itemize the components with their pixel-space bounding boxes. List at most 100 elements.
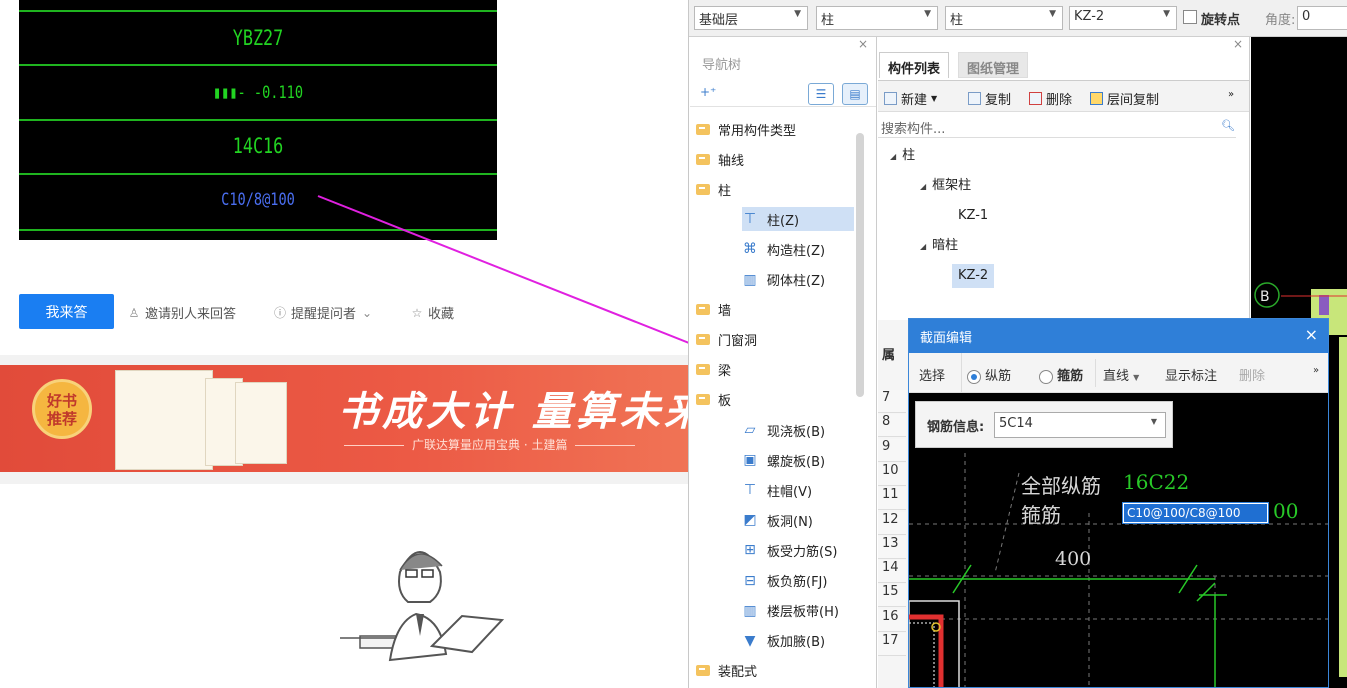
nav-item-label: 板 [718, 394, 732, 410]
search-icon[interactable]: 🔍︎ [1221, 119, 1235, 132]
delete-label: 删除 [1046, 93, 1073, 108]
nav-item[interactable]: 梁 [696, 358, 866, 382]
floor-copy-icon [1090, 92, 1103, 105]
tab-drawing-management[interactable]: 图纸管理 [958, 52, 1029, 78]
axis-label-b: B [1260, 289, 1270, 305]
spiral-slab-icon: ▣ [743, 452, 757, 469]
stirrup-label: 箍筋 [1057, 369, 1084, 384]
nav-item[interactable]: ▥ 楼层板带(H) [742, 599, 854, 623]
delete-button[interactable]: 删除 [1029, 89, 1072, 108]
tree-item-kz2[interactable]: KZ-2 [952, 264, 995, 288]
folder-icon [696, 123, 710, 135]
delete-button[interactable]: 删除 [1239, 365, 1265, 384]
nav-item[interactable]: ⊞ 板受力筋(S) [742, 538, 854, 562]
longitudinal-radio[interactable]: 纵筋 [967, 365, 1011, 384]
dialog-toolbar: 选择 纵筋 箍筋 直线 ▼ 显示标注 删除 » [909, 353, 1328, 393]
component-search-input[interactable]: 搜索构件... [878, 116, 1236, 138]
nav-item[interactable]: ⊤ 柱帽(V) [742, 478, 854, 502]
nav-item[interactable]: 轴线 [696, 147, 866, 171]
angle-input[interactable]: 0 [1297, 6, 1347, 30]
tab-component-list[interactable]: 构件列表 [879, 52, 950, 78]
close-icon[interactable]: × [858, 37, 868, 51]
nav-item[interactable]: 装配式 [696, 659, 866, 683]
expand-icon: ◢ [920, 242, 927, 251]
close-icon[interactable]: × [1305, 325, 1318, 344]
section-canvas[interactable]: 钢筋信息: 5C14 ▼ 全部纵筋 16C22 箍筋 C10@100/C8@100… [909, 393, 1328, 687]
chevron-down-icon: ▼ [924, 9, 931, 19]
subcategory-select[interactable]: 柱 ▼ [945, 6, 1063, 30]
chevron-down-icon: ▼ [1163, 9, 1170, 19]
line-mode-label: 直线 [1103, 369, 1130, 384]
category-select[interactable]: 柱 ▼ [816, 6, 938, 30]
nav-item-label: 板加腋(B) [767, 635, 826, 651]
nav-item[interactable]: 墙 [696, 298, 866, 322]
nav-item-label: 构造柱(Z) [767, 243, 826, 259]
new-icon [884, 92, 897, 105]
longitudinal-label: 纵筋 [985, 369, 1012, 384]
stirrup-radio[interactable]: 箍筋 [1039, 365, 1083, 384]
radio-icon [967, 369, 981, 384]
nav-item-label: 砌体柱(Z) [767, 274, 826, 289]
nav-item-label: 轴线 [718, 153, 745, 169]
row-number: 9 [878, 438, 906, 462]
folder-icon [696, 364, 710, 376]
divider [1095, 359, 1096, 387]
component-select[interactable]: KZ-2 ▼ [1069, 6, 1177, 30]
nav-item[interactable]: ▥ 砌体柱(Z) [742, 268, 854, 292]
nav-item[interactable]: ⌘ 构造柱(Z) [742, 237, 854, 261]
nav-item-label: 柱 [718, 183, 732, 199]
select-button[interactable]: 选择 [919, 365, 945, 384]
floor-select[interactable]: 基础层 ▼ [694, 6, 808, 30]
column-icon: ⊤ [743, 211, 757, 228]
list-view-icon[interactable]: ☰ [808, 83, 834, 105]
component-list-panel: × 构件列表 图纸管理 新建 ▼ 复制 删除 层间复制 » 搜索构件... 🔍︎ … [878, 37, 1250, 320]
property-title: 属 [882, 348, 896, 363]
nav-item[interactable]: ◩ 板洞(N) [742, 508, 854, 532]
add-icon[interactable]: +⁺ [700, 85, 716, 99]
row-number: 14 [878, 560, 906, 584]
radio-icon [1039, 369, 1053, 384]
folder-open-icon [696, 183, 710, 195]
nav-item[interactable]: ⊟ 板负筋(FJ) [742, 569, 854, 593]
nav-item[interactable]: ▱ 现浇板(B) [742, 418, 854, 442]
nav-item[interactable]: 板 [696, 388, 866, 412]
folder-icon [696, 153, 710, 165]
show-label-button[interactable]: 显示标注 [1165, 365, 1217, 384]
nav-item[interactable]: ▣ 螺旋板(B) [742, 448, 854, 472]
nav-item[interactable]: 常用构件类型 [696, 117, 866, 141]
floor-copy-label: 层间复制 [1107, 93, 1160, 108]
expand-icon: ◢ [920, 182, 927, 191]
more-icon[interactable]: » [1228, 89, 1234, 100]
chevron-down-icon: ▼ [1049, 9, 1056, 19]
close-icon[interactable]: × [1233, 37, 1243, 51]
chevron-down-icon: ▼ [931, 94, 938, 103]
stirrup-value-input[interactable]: C10@100/C8@100 [1122, 502, 1269, 524]
rotate-point-checkbox[interactable] [1183, 10, 1197, 24]
nav-item[interactable]: 柱 [696, 177, 866, 201]
nav-item[interactable]: 门窗洞 [696, 328, 866, 352]
nav-item-label: 墙 [718, 304, 732, 320]
tree-node-hidden-column[interactable]: ◢ 暗柱 [920, 234, 958, 258]
folder-icon [696, 334, 710, 346]
copy-label: 复制 [985, 93, 1012, 108]
more-icon[interactable]: » [1313, 365, 1319, 376]
copy-button[interactable]: 复制 [968, 89, 1011, 108]
tree-node-frame-column[interactable]: ◢ 框架柱 [920, 174, 971, 198]
detail-view-icon[interactable]: ▤ [842, 83, 868, 105]
all-longitudinal-label: 全部纵筋 [1021, 474, 1101, 498]
tree-node-label: 柱 [902, 148, 916, 163]
tree-item-kz1[interactable]: KZ-1 [958, 204, 988, 228]
new-button[interactable]: 新建 ▼ [884, 89, 937, 108]
nav-item[interactable]: ⊤ 柱(Z) [742, 207, 854, 232]
line-mode-select[interactable]: 直线 ▼ [1103, 365, 1139, 384]
rebar-info-select[interactable]: 5C14 ▼ [994, 412, 1166, 438]
row-number: 17 [878, 633, 906, 656]
floor-copy-button[interactable]: 层间复制 [1090, 89, 1159, 108]
all-longitudinal-value: 16C22 [1123, 470, 1190, 494]
category-select-value: 柱 [821, 13, 835, 28]
nav-title: 导航树 [702, 58, 742, 73]
nav-item[interactable]: ▼ 板加腋(B) [742, 629, 854, 653]
rebar-info-box: 钢筋信息: 5C14 ▼ [915, 401, 1173, 448]
tree-node-column[interactable]: ◢ 柱 [890, 144, 915, 168]
folder-icon [696, 665, 710, 677]
